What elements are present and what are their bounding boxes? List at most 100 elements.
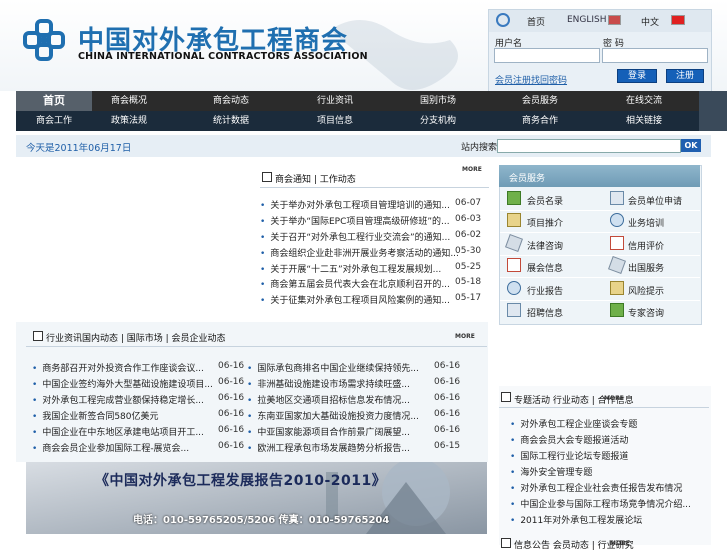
list-item[interactable]: • 中国企业在中东地区承建电站项目开工...	[32, 425, 204, 438]
list-item-date: 05-30	[455, 246, 482, 256]
list-item-date: 06-16	[434, 393, 461, 403]
register-forgot-link[interactable]: 会员注册找回密码	[495, 73, 567, 86]
nav-item[interactable]: 会员服务	[503, 91, 577, 111]
list-item[interactable]: • 关于开展“十二五”对外承包工程发展规划...	[260, 262, 441, 275]
list-item[interactable]: • 中国企业参与国际工程市场竞争情况介绍...	[510, 497, 691, 510]
folder-icon	[507, 191, 521, 205]
announcements-more-link[interactable]: MORE	[610, 540, 630, 547]
list-item-date: 06-16	[218, 361, 245, 371]
list-item[interactable]: • 商会会员大会专题报道活动	[510, 433, 628, 446]
service-item[interactable]: 行业报告	[527, 284, 563, 297]
login-button[interactable]: 登录	[617, 69, 657, 83]
list-item-date: 05-25	[455, 262, 482, 272]
note-icon	[507, 213, 521, 227]
service-item[interactable]: 法律咨询	[527, 239, 563, 252]
english-link[interactable]: ENGLISH	[567, 15, 607, 25]
service-item[interactable]: 展会信息	[527, 261, 563, 274]
list-item[interactable]: • 关于召开“对外承包工程行业交流会”的通知...	[260, 230, 450, 243]
subnav-item[interactable]: 统计数据	[194, 111, 268, 131]
english-flag-icon[interactable]	[608, 15, 621, 25]
list-item[interactable]: • 东南亚国家加大基础设施投资力度情况...	[247, 409, 419, 422]
list-item[interactable]: • 拉美地区交通项目招标信息发布情况...	[247, 393, 410, 406]
divider	[500, 255, 700, 256]
nav-item[interactable]: 商会概况	[92, 91, 166, 111]
list-item[interactable]: • 中亚国家能源项目合作前景广阔展望...	[247, 425, 410, 438]
list-item[interactable]: • 中国企业签约海外大型基础设施建设项目...	[32, 377, 213, 390]
document-icon	[33, 331, 43, 341]
industry-news-title: 行业资讯国内动态 | 国际市场 | 会员企业动态	[46, 334, 226, 344]
list-item[interactable]: • 关于征集对外承包工程项目风险案例的通知...	[260, 293, 450, 306]
list-item-date: 05-18	[455, 277, 482, 287]
nav-item[interactable]: 在线交流	[607, 91, 681, 111]
divider	[500, 277, 700, 278]
home-link[interactable]: 首页	[527, 15, 545, 28]
username-input[interactable]	[494, 48, 600, 63]
list-item-date: 06-16	[434, 425, 461, 435]
list-item-date: 06-07	[455, 198, 482, 208]
list-item[interactable]: • 商会第五届会员代表大会在北京顺利召开的...	[260, 277, 450, 290]
list-item[interactable]: • 关于举办“国际EPC项目管理高级研修班”的...	[260, 214, 450, 227]
list-item[interactable]: • 关于举办对外承包工程项目管理培训的通知...	[260, 198, 450, 211]
banner-title: 《中国对外承包工程发展报告2010-2011》	[95, 473, 387, 489]
nav-item[interactable]: 商会动态	[194, 91, 268, 111]
subnav-item[interactable]: 相关链接	[607, 111, 681, 131]
service-item[interactable]: 会员单位申请	[628, 194, 682, 207]
service-item[interactable]: 风险提示	[628, 284, 664, 297]
password-input[interactable]	[602, 48, 708, 63]
service-item[interactable]: 信用评价	[628, 239, 664, 252]
subnav-item[interactable]: 商会工作	[16, 111, 92, 131]
list-item-date: 06-16	[218, 409, 245, 419]
list-item[interactable]: • 商务部召开对外投资合作工作座谈会议...	[32, 361, 204, 374]
search-button[interactable]: OK	[681, 139, 701, 152]
nav-home[interactable]: 首页	[16, 91, 92, 111]
service-item[interactable]: 出国服务	[628, 261, 664, 274]
list-item[interactable]: • 欧洲工程承包市场发展趋势分析报告...	[247, 441, 410, 454]
divider	[499, 407, 709, 408]
subnav-item[interactable]: 政策法规	[92, 111, 166, 131]
service-item[interactable]: 会员名录	[527, 194, 563, 207]
service-item[interactable]: 招聘信息	[527, 306, 563, 319]
list-item[interactable]: • 对外承包工程完成营业额保持稳定增长...	[32, 393, 204, 406]
register-button[interactable]: 注册	[666, 69, 704, 83]
list-item-date: 06-16	[434, 377, 461, 387]
document-icon	[262, 172, 272, 182]
china-flag-icon[interactable]	[671, 15, 685, 25]
list-item-date: 06-02	[455, 230, 482, 240]
subnav-item[interactable]: 商务合作	[503, 111, 577, 131]
notices-more-link[interactable]: MORE	[462, 166, 482, 173]
list-item-date: 06-16	[434, 361, 461, 371]
subnav-item[interactable]: 项目信息	[298, 111, 372, 131]
nav-item[interactable]: 国别市场	[401, 91, 475, 111]
site-title-en: CHINA INTERNATIONAL CONTRACTORS ASSOCIAT…	[78, 51, 368, 62]
association-logo-icon	[23, 19, 65, 61]
list-item[interactable]: • 2011年对外承包工程发展论坛	[510, 513, 642, 526]
list-item-date: 05-17	[455, 293, 482, 303]
document-icon	[501, 392, 511, 402]
subnav-item[interactable]: 分支机构	[401, 111, 475, 131]
nav-item[interactable]: 行业资讯	[298, 91, 372, 111]
note-icon	[610, 281, 624, 295]
list-item[interactable]: • 海外安全管理专题	[510, 465, 592, 478]
list-item[interactable]: • 国际工程行业论坛专题报道	[510, 449, 628, 462]
service-item[interactable]: 项目推介	[527, 216, 563, 229]
service-item[interactable]: 业务培训	[628, 216, 664, 229]
list-item[interactable]: • 对外承包工程企业社会责任报告发布情况	[510, 481, 682, 494]
list-item[interactable]: • 商会组织企业赴非洲开展业务考察活动的通知...	[260, 246, 459, 259]
document-icon	[507, 303, 521, 317]
refresh-icon	[610, 213, 624, 227]
list-item[interactable]: • 对外承包工程企业座谈会专题	[510, 417, 637, 430]
list-item-date: 06-16	[218, 393, 245, 403]
industry-news-more-link[interactable]: MORE	[455, 333, 475, 340]
list-item[interactable]: • 商会会员企业参加国际工程-展览会...	[32, 441, 189, 454]
search-input[interactable]	[497, 139, 681, 153]
document-icon	[501, 538, 511, 548]
list-item[interactable]: • 国际承包商排名中国企业继续保持领先...	[247, 361, 419, 374]
chinese-link[interactable]: 中文	[641, 15, 659, 28]
service-item[interactable]: 专家咨询	[628, 306, 664, 319]
special-topics-more-link[interactable]: MORE	[604, 395, 624, 402]
list-item[interactable]: • 非洲基础设施建设市场需求持续旺盛...	[247, 377, 410, 390]
list-item-date: 06-16	[218, 425, 245, 435]
calendar-icon	[610, 236, 624, 250]
list-item[interactable]: • 我国企业新签合同580亿美元	[32, 409, 159, 422]
list-item-date: 06-15	[434, 441, 461, 451]
